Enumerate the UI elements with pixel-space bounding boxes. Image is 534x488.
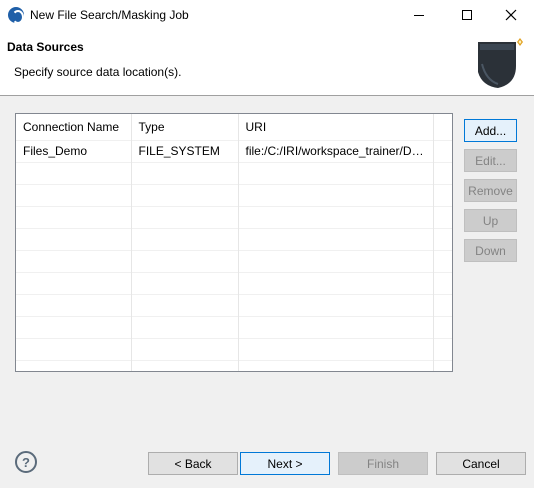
empty-row (16, 227, 452, 250)
table-row[interactable]: Files_Demo FILE_SYSTEM file:/C:/IRI/work… (16, 139, 452, 162)
column-header-filler (433, 114, 452, 140)
next-button[interactable]: Next > (240, 452, 330, 475)
table-header-row: Connection Name Type URI (16, 114, 452, 140)
cell-type: FILE_SYSTEM (131, 139, 239, 162)
window-title: New File Search/Masking Job (30, 8, 189, 22)
empty-row (16, 271, 452, 294)
close-button[interactable] (488, 0, 534, 30)
empty-row (16, 249, 452, 272)
cell-filler (433, 139, 452, 162)
empty-row (16, 337, 452, 360)
up-button[interactable]: Up (464, 209, 517, 232)
remove-button[interactable]: Remove (464, 179, 517, 202)
cancel-button[interactable]: Cancel (436, 452, 526, 475)
empty-row (16, 359, 452, 371)
empty-row (16, 183, 452, 206)
column-header-type[interactable]: Type (131, 114, 239, 140)
data-sources-table[interactable]: Connection Name Type URI Files_Demo FILE… (15, 113, 453, 372)
title-bar: New File Search/Masking Job (0, 0, 534, 30)
empty-row (16, 315, 452, 338)
empty-row (16, 293, 452, 316)
minimize-button[interactable] (396, 0, 442, 30)
close-icon (505, 9, 517, 21)
cell-uri: file:/C:/IRI/workspace_trainer/Da... (238, 139, 434, 162)
column-header-connection-name[interactable]: Connection Name (16, 114, 132, 140)
minimize-icon (414, 14, 424, 16)
edit-button[interactable]: Edit... (464, 149, 517, 172)
maximize-icon (462, 10, 472, 20)
empty-row (16, 161, 452, 184)
back-button[interactable]: < Back (148, 452, 238, 475)
add-button[interactable]: Add... (464, 119, 517, 142)
app-icon (8, 7, 24, 24)
help-icon[interactable]: ? (15, 451, 37, 473)
wizard-header: Data Sources Specify source data locatio… (0, 30, 534, 96)
finish-button[interactable]: Finish (338, 452, 428, 475)
page-description: Specify source data location(s). (14, 65, 182, 79)
down-button[interactable]: Down (464, 239, 517, 262)
page-title: Data Sources (7, 40, 84, 54)
wizard-banner-icon (478, 38, 523, 88)
column-header-uri[interactable]: URI (238, 114, 434, 140)
maximize-button[interactable] (444, 0, 490, 30)
empty-row (16, 205, 452, 228)
cell-connection-name: Files_Demo (16, 139, 132, 162)
